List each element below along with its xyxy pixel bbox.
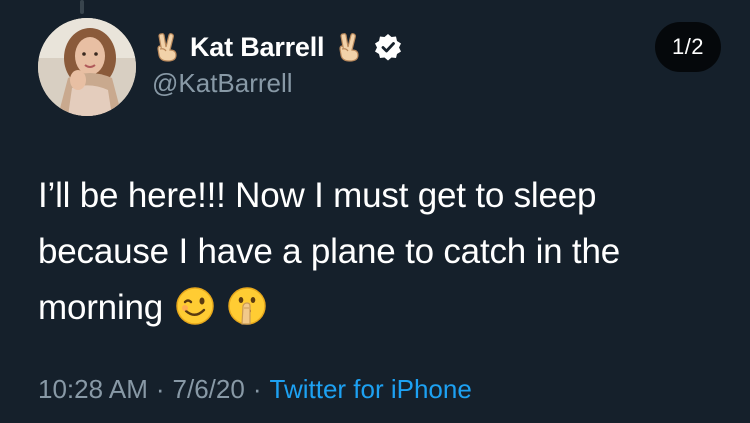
tweet-source-link[interactable]: Twitter for iPhone [270, 374, 472, 404]
winking-face-icon [175, 286, 215, 326]
tweet-text-line: because I have a plane to catch in the [38, 232, 620, 271]
tweet-time[interactable]: 10:28 AM [38, 374, 148, 404]
tweet-text-line: I’ll be here!!! Now I must get to sleep [38, 176, 597, 215]
tweet-date[interactable]: 7/6/20 [173, 374, 245, 404]
author-display-name[interactable]: Kat Barrell [190, 32, 325, 63]
tweet-text-segment: morning [38, 288, 164, 327]
shushing-face-icon [227, 286, 267, 326]
meta-separator: · [155, 374, 165, 404]
author-name-row[interactable]: Kat Barrell [152, 28, 572, 66]
avatar[interactable] [38, 18, 136, 116]
author-handle[interactable]: @KatBarrell [152, 68, 572, 99]
thread-connector-line [80, 0, 84, 14]
tweet-header: Kat Barrell @KatBarrell [152, 28, 572, 99]
tweet-text: I’ll be here!!! Now I must get to sleep … [38, 168, 728, 336]
tweet-card: Kat Barrell @KatBarrell 1/2 I’ll be here… [0, 0, 750, 423]
meta-separator: · [252, 374, 262, 404]
thread-position-indicator: 1/2 [655, 22, 721, 72]
tweet-text-line: morning [38, 280, 728, 336]
verified-badge-icon [374, 33, 402, 61]
tweet-metadata: 10:28 AM · 7/6/20 · Twitter for iPhone [38, 374, 472, 405]
victory-hand-icon [334, 31, 364, 63]
victory-hand-icon [152, 31, 182, 63]
avatar-photo-icon [38, 18, 136, 116]
